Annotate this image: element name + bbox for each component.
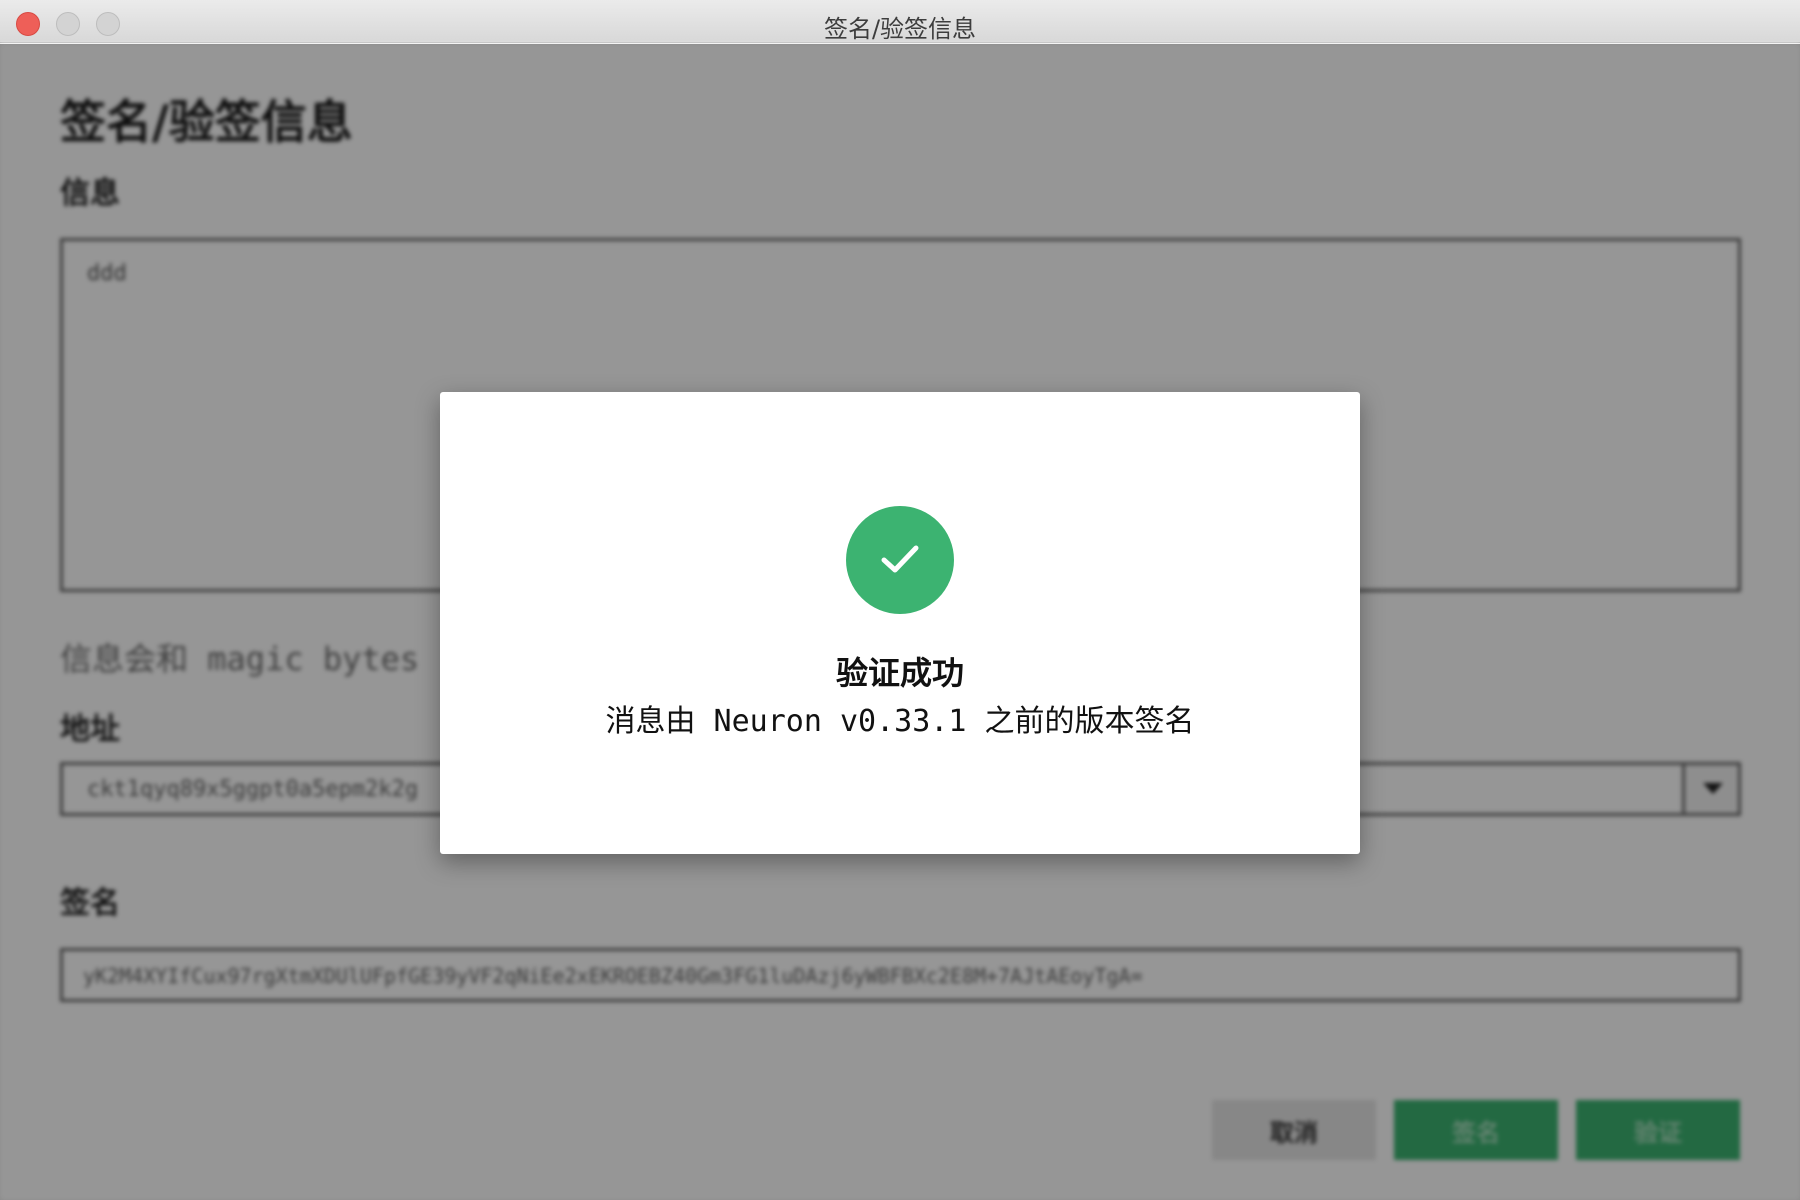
checkmark-icon (881, 545, 919, 573)
dialog-message: 消息由 Neuron v0.33.1 之前的版本签名 (605, 704, 1195, 739)
dialog-title: 验证成功 (835, 654, 964, 692)
verification-result-dialog: 验证成功 消息由 Neuron v0.33.1 之前的版本签名 (440, 392, 1360, 854)
window-title: 签名/验签信息 (823, 15, 977, 43)
success-badge (846, 506, 954, 614)
window-titlebar: 签名/验签信息 (0, 0, 1800, 43)
